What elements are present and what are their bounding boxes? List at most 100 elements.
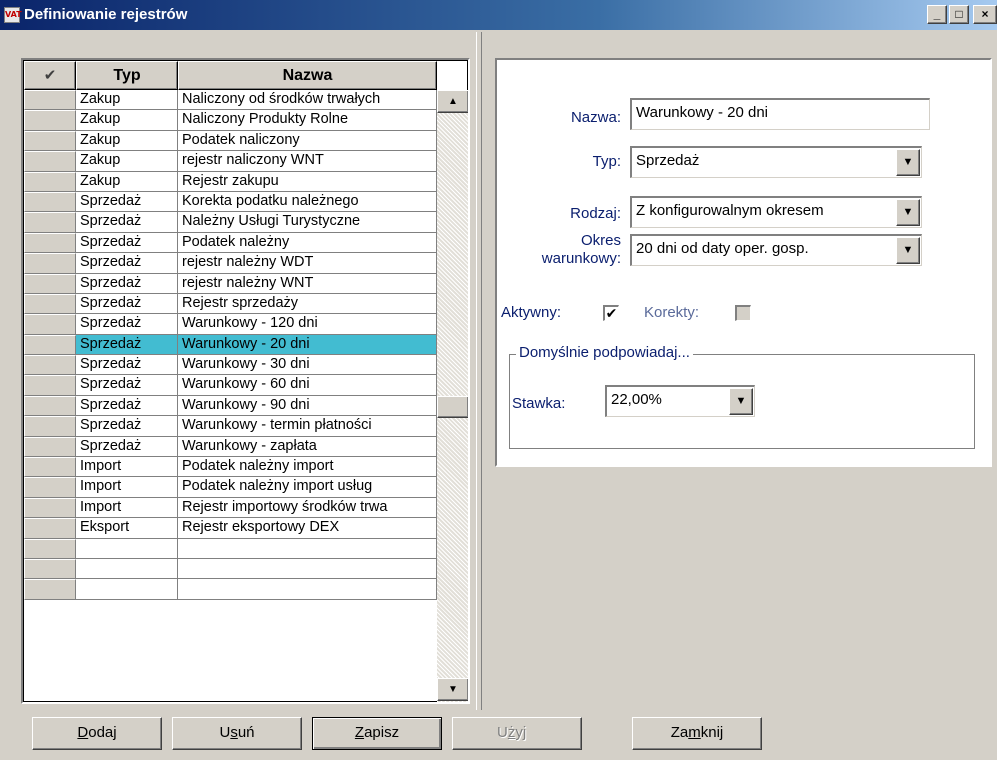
row-indicator[interactable] <box>24 579 76 600</box>
cell-typ[interactable]: Sprzedaż <box>76 232 178 254</box>
cell-typ[interactable]: Sprzedaż <box>76 314 178 335</box>
row-indicator[interactable] <box>24 416 76 437</box>
cell-typ[interactable]: Sprzedaż <box>76 375 178 396</box>
cell-typ[interactable]: Sprzedaż <box>76 436 178 458</box>
cell-typ[interactable]: Zakup <box>76 90 178 111</box>
table-row[interactable]: Sprzedaż Warunkowy - 60 dni <box>24 375 437 396</box>
table-row[interactable]: Import Podatek należny import usług <box>24 477 437 498</box>
cell-typ[interactable] <box>76 579 178 600</box>
cell-nazwa[interactable]: Warunkowy - 90 dni <box>178 395 437 417</box>
cell-typ[interactable]: Sprzedaż <box>76 253 178 274</box>
column-header-nazwa[interactable]: Nazwa <box>178 61 437 90</box>
row-indicator[interactable] <box>24 558 76 580</box>
cell-nazwa[interactable] <box>178 538 437 559</box>
table-row[interactable]: Sprzedaż rejestr należny WDT <box>24 253 437 274</box>
row-indicator[interactable] <box>24 497 76 519</box>
cell-nazwa[interactable]: rejestr należny WDT <box>178 253 437 274</box>
cell-typ[interactable]: Sprzedaż <box>76 395 178 417</box>
row-indicator[interactable] <box>24 314 76 335</box>
row-indicator[interactable] <box>24 477 76 498</box>
minimize-button[interactable]: _ <box>927 5 947 24</box>
cell-nazwa[interactable]: Warunkowy - 20 dni <box>178 334 437 356</box>
row-indicator[interactable] <box>24 375 76 396</box>
registers-grid[interactable]: ✔ Typ Nazwa Zakup Naliczony od środków tr… <box>21 58 470 704</box>
table-row[interactable]: Import Rejestr importowy środków trwa <box>24 497 437 519</box>
scroll-down-icon[interactable]: ▼ <box>437 678 468 701</box>
table-row[interactable]: Sprzedaż Korekta podatku należnego <box>24 191 437 213</box>
table-row[interactable] <box>24 558 437 580</box>
table-row[interactable]: Sprzedaż Warunkowy - 90 dni <box>24 395 437 417</box>
table-row[interactable]: Eksport Rejestr eksportowy DEX <box>24 518 437 539</box>
cell-nazwa[interactable]: Naliczony Produkty Rolne <box>178 110 437 131</box>
table-row[interactable]: Sprzedaż Warunkowy - 30 dni <box>24 355 437 376</box>
vertical-scrollbar[interactable]: ▲ ▼ <box>437 90 468 702</box>
okres-select[interactable]: 20 dni od daty oper. gosp. ▼ <box>630 234 922 266</box>
cell-typ[interactable]: Zakup <box>76 171 178 192</box>
column-header-typ[interactable]: Typ <box>76 61 178 90</box>
table-row[interactable] <box>24 538 437 559</box>
cell-typ[interactable]: Zakup <box>76 130 178 152</box>
cell-nazwa[interactable]: Rejestr eksportowy DEX <box>178 518 437 539</box>
splitter[interactable] <box>476 32 482 710</box>
row-indicator[interactable] <box>24 273 76 294</box>
row-indicator[interactable] <box>24 90 76 111</box>
cell-typ[interactable] <box>76 558 178 580</box>
row-indicator[interactable] <box>24 232 76 254</box>
row-indicator[interactable] <box>24 538 76 559</box>
cell-nazwa[interactable]: Warunkowy - 120 dni <box>178 314 437 335</box>
cell-nazwa[interactable]: Rejestr zakupu <box>178 171 437 192</box>
table-row[interactable]: Sprzedaż rejestr należny WNT <box>24 273 437 294</box>
aktywny-checkbox[interactable]: ✔ <box>603 305 619 321</box>
cell-nazwa[interactable]: Warunkowy - zapłata <box>178 436 437 458</box>
row-indicator[interactable] <box>24 171 76 192</box>
row-indicator[interactable] <box>24 151 76 172</box>
scrollbar-thumb[interactable] <box>437 396 468 418</box>
row-indicator[interactable] <box>24 436 76 458</box>
table-row[interactable]: Sprzedaż Warunkowy - 20 dni <box>24 334 437 356</box>
cell-nazwa[interactable]: Podatek należny <box>178 232 437 254</box>
delete-button[interactable]: Usuń <box>172 717 302 750</box>
rodzaj-select[interactable]: Z konfigurowalnym okresem ▼ <box>630 196 922 228</box>
row-indicator[interactable] <box>24 334 76 356</box>
cell-nazwa[interactable]: Naliczony od środków trwałych <box>178 90 437 111</box>
cell-typ[interactable] <box>76 538 178 559</box>
cell-nazwa[interactable]: Rejestr sprzedaży <box>178 293 437 315</box>
row-indicator[interactable] <box>24 293 76 315</box>
table-row[interactable]: Zakup rejestr naliczony WNT <box>24 151 437 172</box>
cell-typ[interactable]: Eksport <box>76 518 178 539</box>
chevron-down-icon[interactable]: ▼ <box>896 149 920 176</box>
row-indicator[interactable] <box>24 130 76 152</box>
chevron-down-icon[interactable]: ▼ <box>896 199 920 226</box>
close-dialog-button[interactable]: Zamknij <box>632 717 762 750</box>
cell-typ[interactable]: Import <box>76 457 178 478</box>
cell-nazwa[interactable]: rejestr należny WNT <box>178 273 437 294</box>
cell-typ[interactable]: Zakup <box>76 151 178 172</box>
maximize-button[interactable]: □ <box>949 5 969 24</box>
row-indicator[interactable] <box>24 355 76 376</box>
cell-typ[interactable]: Sprzedaż <box>76 334 178 356</box>
row-indicator[interactable] <box>24 191 76 213</box>
table-row[interactable]: Import Podatek należny import <box>24 457 437 478</box>
cell-nazwa[interactable] <box>178 558 437 580</box>
add-button[interactable]: Dodaj <box>32 717 162 750</box>
table-row[interactable]: Zakup Podatek naliczony <box>24 130 437 152</box>
cell-nazwa[interactable] <box>178 579 437 600</box>
cell-typ[interactable]: Import <box>76 497 178 519</box>
table-row[interactable]: Zakup Naliczony od środków trwałych <box>24 90 437 111</box>
cell-typ[interactable]: Zakup <box>76 110 178 131</box>
row-indicator[interactable] <box>24 457 76 478</box>
cell-nazwa[interactable]: Podatek należny import <box>178 457 437 478</box>
chevron-down-icon[interactable]: ▼ <box>729 388 753 415</box>
cell-nazwa[interactable]: Należny Usługi Turystyczne <box>178 212 437 233</box>
nazwa-input[interactable]: Warunkowy - 20 dni <box>630 98 930 130</box>
row-indicator[interactable] <box>24 212 76 233</box>
row-indicator[interactable] <box>24 253 76 274</box>
cell-nazwa[interactable]: rejestr naliczony WNT <box>178 151 437 172</box>
cell-nazwa[interactable]: Podatek należny import usług <box>178 477 437 498</box>
apply-button[interactable]: Użyj <box>452 717 582 750</box>
scroll-up-icon[interactable]: ▲ <box>437 90 468 113</box>
table-row[interactable]: Sprzedaż Warunkowy - zapłata <box>24 436 437 458</box>
cell-nazwa[interactable]: Warunkowy - 60 dni <box>178 375 437 396</box>
table-row[interactable]: Sprzedaż Rejestr sprzedaży <box>24 293 437 315</box>
chevron-down-icon[interactable]: ▼ <box>896 237 920 264</box>
